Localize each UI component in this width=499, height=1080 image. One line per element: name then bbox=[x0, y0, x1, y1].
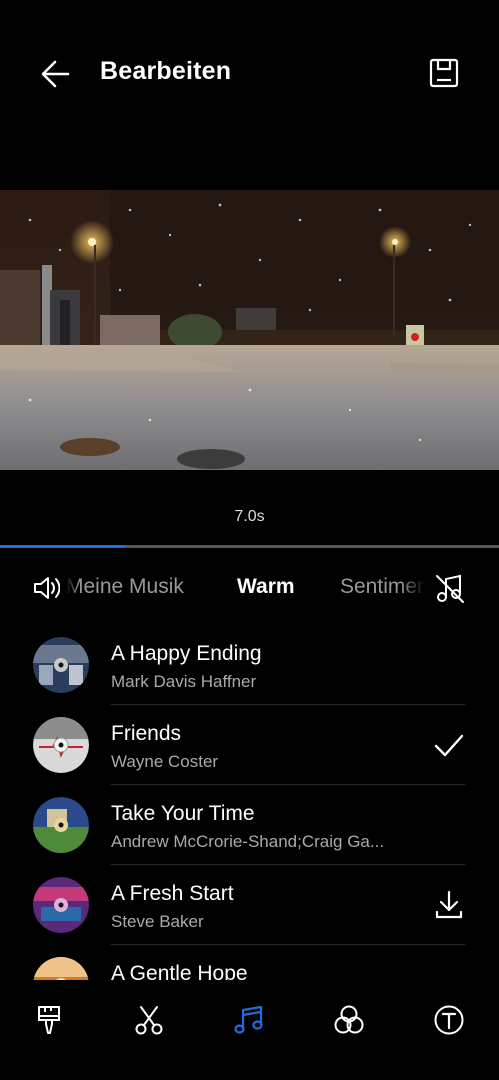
song-list: A Happy Ending Mark Davis Haffner Friend… bbox=[0, 625, 499, 980]
song-title: A Gentle Hope bbox=[111, 962, 248, 980]
song-row[interactable]: A Happy Ending Mark Davis Haffner bbox=[0, 625, 499, 705]
song-artist: Andrew McCrorie-Shand;Craig Ga... bbox=[111, 832, 385, 851]
song-row[interactable]: Take Your Time Andrew McCrorie-Shand;Cra… bbox=[0, 785, 499, 865]
song-title: Take Your Time bbox=[111, 802, 255, 825]
album-cover bbox=[33, 877, 89, 933]
video-frame-image bbox=[0, 190, 499, 470]
save-icon[interactable] bbox=[423, 52, 465, 94]
album-cover bbox=[33, 957, 89, 980]
album-cover bbox=[33, 637, 89, 693]
video-duration: 7.0s bbox=[234, 508, 265, 525]
music-icon[interactable] bbox=[231, 1002, 267, 1038]
download-icon[interactable] bbox=[431, 887, 467, 923]
video-preview[interactable] bbox=[0, 190, 499, 470]
header: Bearbeiten bbox=[0, 0, 499, 150]
album-cover bbox=[33, 717, 89, 773]
checkmark-icon bbox=[434, 734, 464, 757]
music-category-tabs: Meine Musik Warm Sentimen bbox=[0, 565, 499, 611]
song-title: A Fresh Start bbox=[111, 882, 234, 905]
album-cover bbox=[33, 797, 89, 853]
song-artist: Steve Baker bbox=[111, 912, 204, 931]
song-row[interactable]: Friends Wayne Coster bbox=[0, 705, 499, 785]
no-music-icon[interactable] bbox=[432, 571, 468, 607]
bottom-toolbar bbox=[0, 980, 499, 1080]
paint-brush-icon[interactable] bbox=[31, 1002, 67, 1038]
song-artist: Mark Davis Haffner bbox=[111, 672, 257, 691]
video-progress-fill bbox=[0, 545, 125, 548]
song-title: Friends bbox=[111, 722, 182, 745]
back-arrow-icon[interactable] bbox=[34, 52, 78, 96]
page-title: Bearbeiten bbox=[100, 57, 232, 85]
filter-circles-icon[interactable] bbox=[331, 1002, 367, 1038]
song-artist: Wayne Coster bbox=[111, 752, 219, 771]
text-icon[interactable] bbox=[431, 1002, 467, 1038]
tab-warm[interactable]: Warm bbox=[237, 575, 295, 599]
tab-meine-musik[interactable]: Meine Musik bbox=[66, 575, 184, 599]
song-row[interactable]: A Gentle Hope bbox=[0, 945, 499, 980]
video-progress-bar[interactable] bbox=[0, 545, 499, 548]
scissors-icon[interactable] bbox=[131, 1002, 167, 1038]
song-row[interactable]: A Fresh Start Steve Baker bbox=[0, 865, 499, 945]
song-title: A Happy Ending bbox=[111, 642, 262, 665]
